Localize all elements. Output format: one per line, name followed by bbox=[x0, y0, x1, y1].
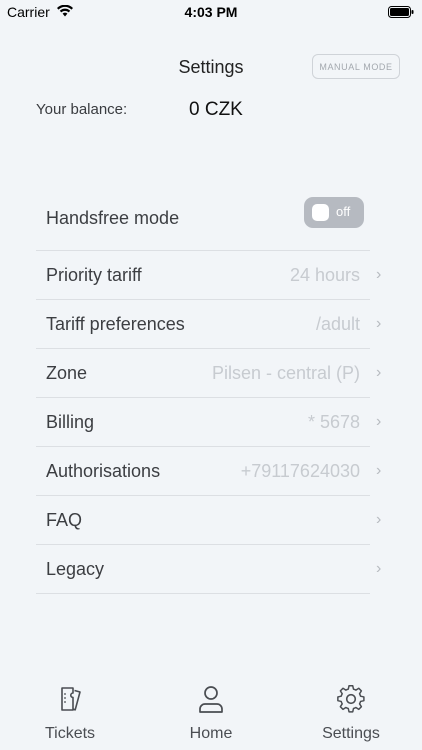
chevron-right-icon: › bbox=[376, 315, 382, 332]
settings-item-value: /adult bbox=[315, 313, 360, 334]
chevron-right-icon: › bbox=[376, 560, 382, 577]
chevron-right-icon: › bbox=[376, 413, 382, 430]
settings-item-value: 24 hours bbox=[289, 264, 360, 285]
chevron-right-icon: › bbox=[376, 266, 382, 283]
settings-item-billing[interactable]: Billing * 5678 › bbox=[36, 398, 381, 447]
tickets-icon bbox=[61, 687, 81, 711]
chevron-right-icon: › bbox=[376, 364, 382, 381]
gear-icon bbox=[337, 685, 365, 713]
settings-item-authorisations[interactable]: Authorisations +79117624030 › bbox=[36, 447, 381, 496]
handsfree-toggle[interactable]: off bbox=[304, 197, 364, 228]
settings-list: Handsfree mode off Priority tariff 24 ho… bbox=[36, 187, 381, 594]
tab-tickets[interactable]: Tickets bbox=[0, 682, 140, 750]
settings-item-label: Priority tariff bbox=[46, 264, 142, 285]
tab-label: Home bbox=[189, 725, 233, 742]
settings-item-label: Tariff preferences bbox=[46, 313, 185, 334]
settings-item-tariff-preferences[interactable]: Tariff preferences /adult › bbox=[36, 300, 381, 349]
settings-item-label: Billing bbox=[46, 411, 95, 432]
clock: 4:03 PM bbox=[184, 4, 238, 20]
settings-item-label: Legacy bbox=[46, 558, 105, 579]
settings-item-faq[interactable]: FAQ › bbox=[36, 496, 381, 545]
battery-icon bbox=[388, 6, 414, 18]
settings-item-value: Pilsen - central (P) bbox=[211, 362, 360, 383]
tab-home[interactable]: Home bbox=[141, 682, 281, 750]
settings-item-label: Zone bbox=[46, 362, 88, 383]
toggle-state-label: off bbox=[336, 204, 351, 219]
chevron-right-icon: › bbox=[376, 462, 382, 479]
balance-label: Your balance: bbox=[36, 101, 128, 118]
settings-item-label: Authorisations bbox=[46, 460, 161, 481]
settings-item-label: FAQ bbox=[46, 509, 83, 530]
balance-value: 0 CZK bbox=[189, 99, 243, 120]
settings-item-legacy[interactable]: Legacy › bbox=[36, 545, 381, 594]
toggle-knob bbox=[312, 204, 329, 221]
manual-mode-button[interactable]: MANUAL MODE bbox=[312, 54, 400, 79]
tab-settings[interactable]: Settings bbox=[281, 682, 421, 750]
handsfree-label: Handsfree mode bbox=[46, 208, 180, 228]
settings-item-value: +79117624030 bbox=[240, 460, 360, 481]
tab-label: Settings bbox=[322, 725, 380, 742]
settings-item-priority-tariff[interactable]: Priority tariff 24 hours › bbox=[36, 251, 381, 300]
status-bar: Carrier 4:03 PM bbox=[0, 0, 422, 24]
tab-label: Tickets bbox=[44, 725, 96, 742]
settings-item-value: * 5678 bbox=[307, 411, 360, 432]
tab-bar: Tickets Home Settings bbox=[0, 682, 422, 750]
settings-item-zone[interactable]: Zone Pilsen - central (P) › bbox=[36, 349, 381, 398]
chevron-right-icon: › bbox=[376, 511, 382, 528]
handsfree-row: Handsfree mode off bbox=[36, 187, 370, 251]
person-icon bbox=[199, 686, 223, 713]
